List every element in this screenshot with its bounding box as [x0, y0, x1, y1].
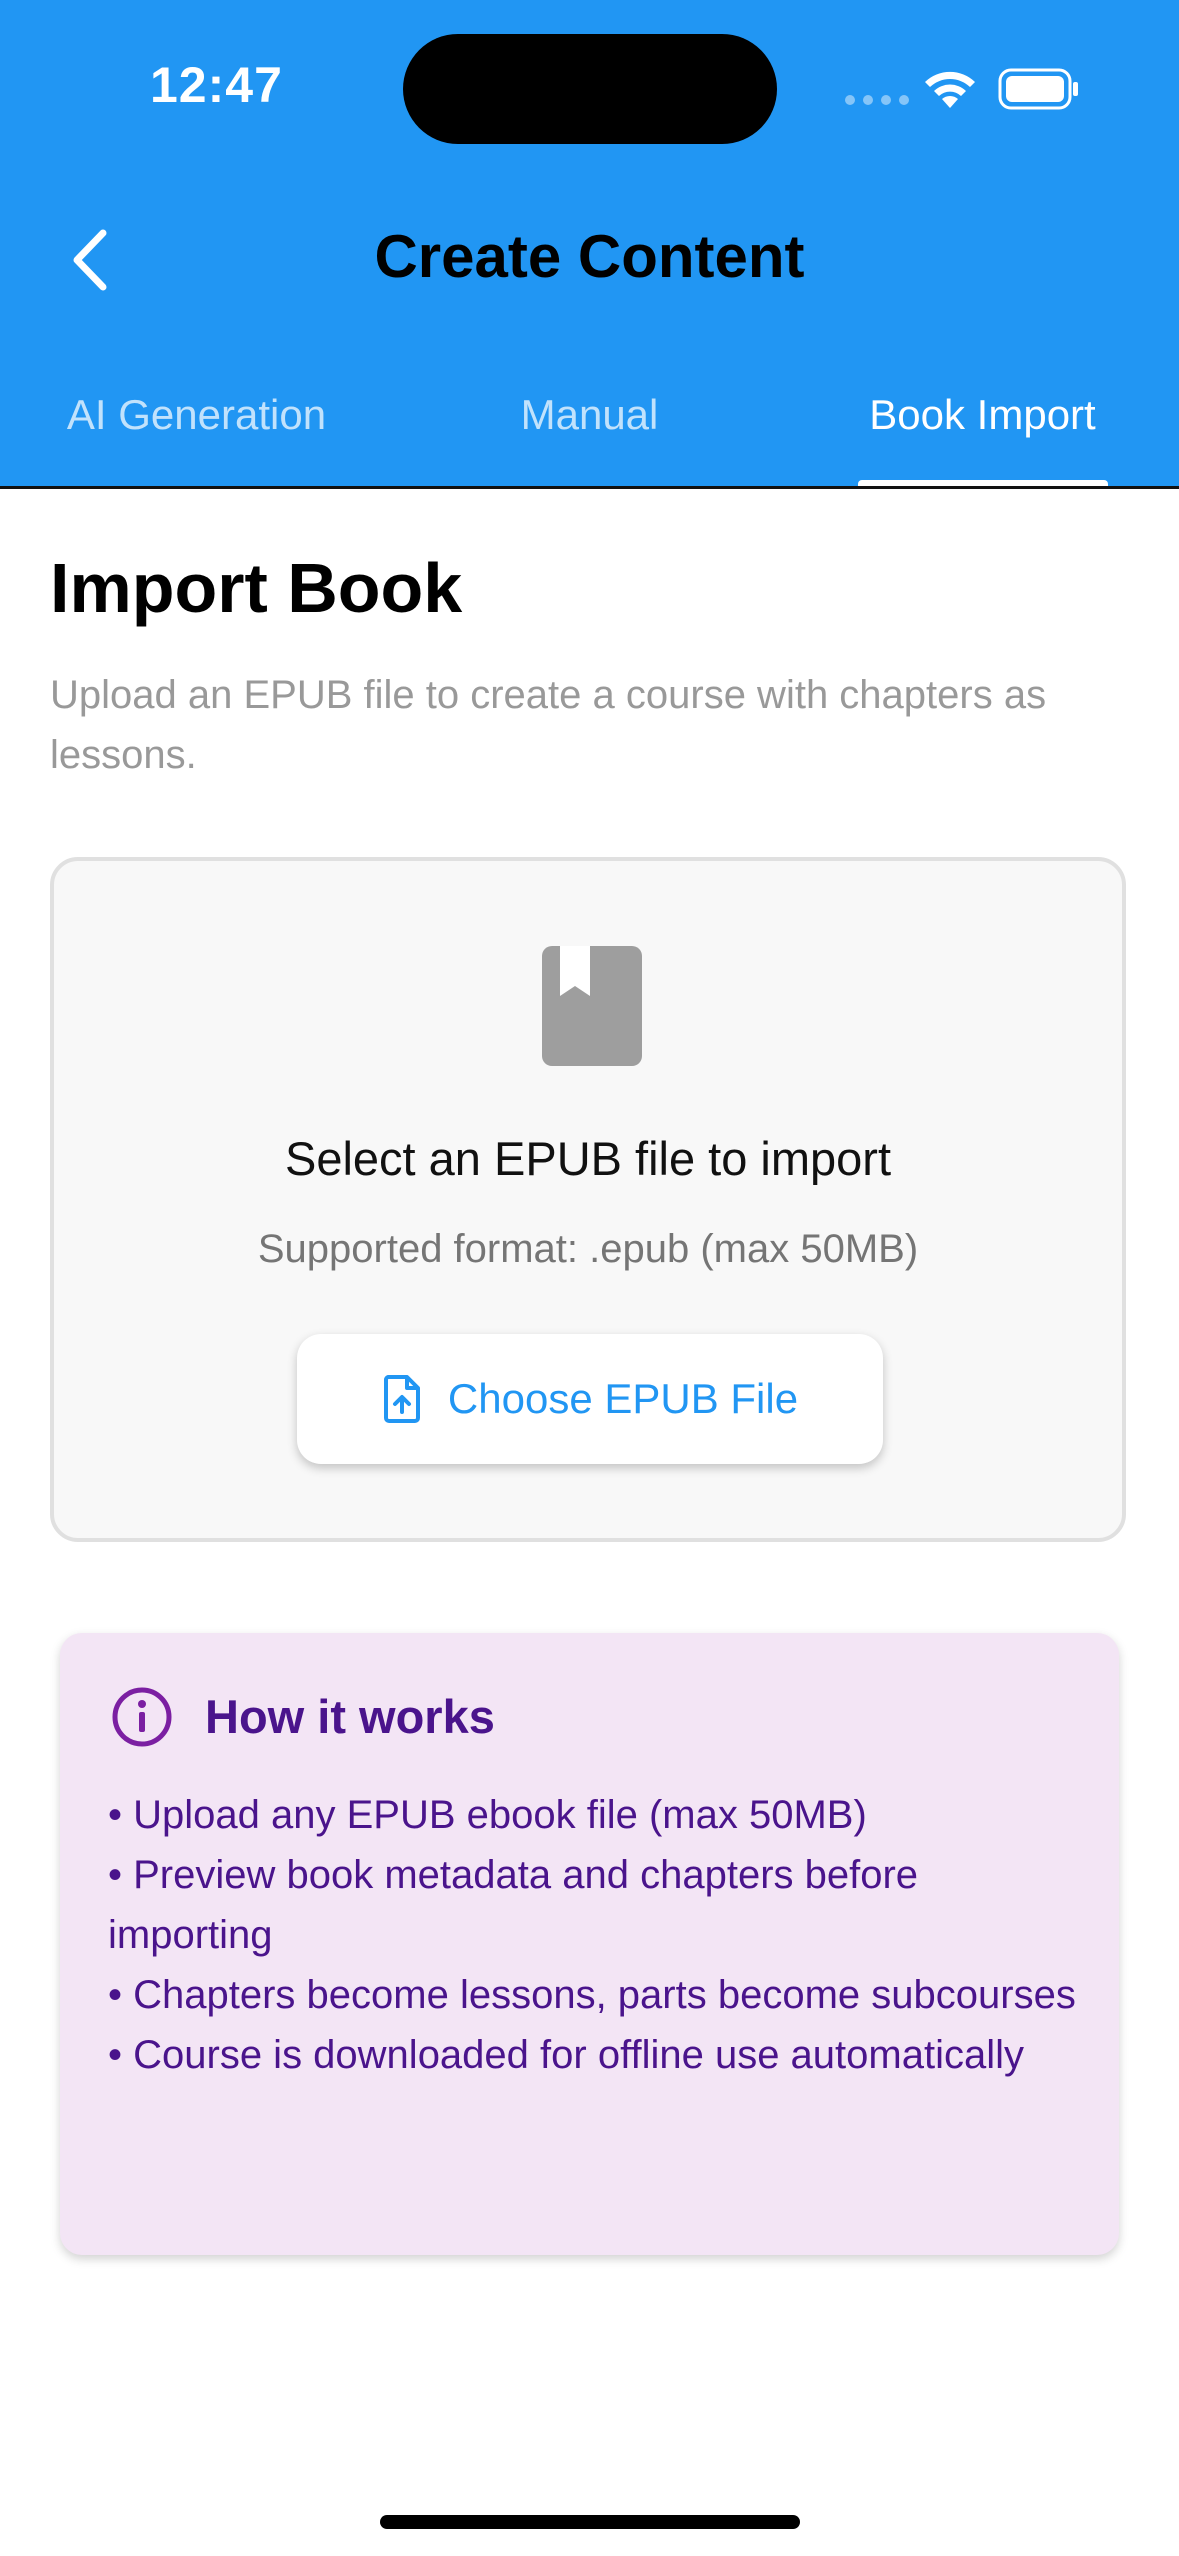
home-indicator[interactable] — [380, 2515, 800, 2529]
tabs-divider — [0, 486, 1179, 489]
wifi-icon — [925, 71, 975, 108]
app-header: 12:47 Create Content AI Generation Manua… — [0, 0, 1179, 488]
how-it-works-list: • Upload any EPUB ebook file (max 50MB) … — [108, 1785, 1088, 2085]
list-item: • Preview book metadata and chapters bef… — [108, 1853, 919, 1957]
info-icon — [112, 1687, 172, 1747]
list-item: • Upload any EPUB ebook file (max 50MB) — [108, 1793, 867, 1837]
tab-manual[interactable]: Manual — [393, 380, 786, 486]
supported-format-text: Supported format: .epub (max 50MB) — [257, 1227, 919, 1271]
book-icon — [542, 946, 642, 1066]
battery-icon — [998, 68, 1078, 110]
upload-title: Select an EPUB file to import — [284, 1132, 892, 1185]
choose-epub-file-button[interactable]: Choose EPUB File — [297, 1334, 883, 1464]
how-it-works-title: How it works — [205, 1690, 495, 1743]
cellular-signal-icon — [845, 95, 909, 105]
file-upload-icon — [383, 1375, 420, 1423]
section-description: Upload an EPUB file to create a course w… — [50, 673, 1047, 777]
choose-epub-file-label: Choose EPUB File — [447, 1375, 799, 1422]
tab-ai-generation[interactable]: AI Generation — [0, 380, 393, 486]
how-it-works-card: How it works • Upload any EPUB ebook fil… — [60, 1633, 1119, 2255]
page-title: Create Content — [374, 223, 805, 290]
tab-book-import[interactable]: Book Import — [786, 380, 1179, 486]
tab-bar: AI Generation Manual Book Import — [0, 380, 1179, 486]
status-time: 12:47 — [150, 57, 283, 113]
list-item: • Course is downloaded for offline use a… — [108, 2033, 1024, 2077]
dynamic-island — [403, 34, 777, 144]
upload-card: Select an EPUB file to import Supported … — [50, 857, 1126, 1542]
list-item: • Chapters become lessons, parts become … — [108, 1973, 1076, 2017]
section-title: Import Book — [50, 549, 463, 627]
